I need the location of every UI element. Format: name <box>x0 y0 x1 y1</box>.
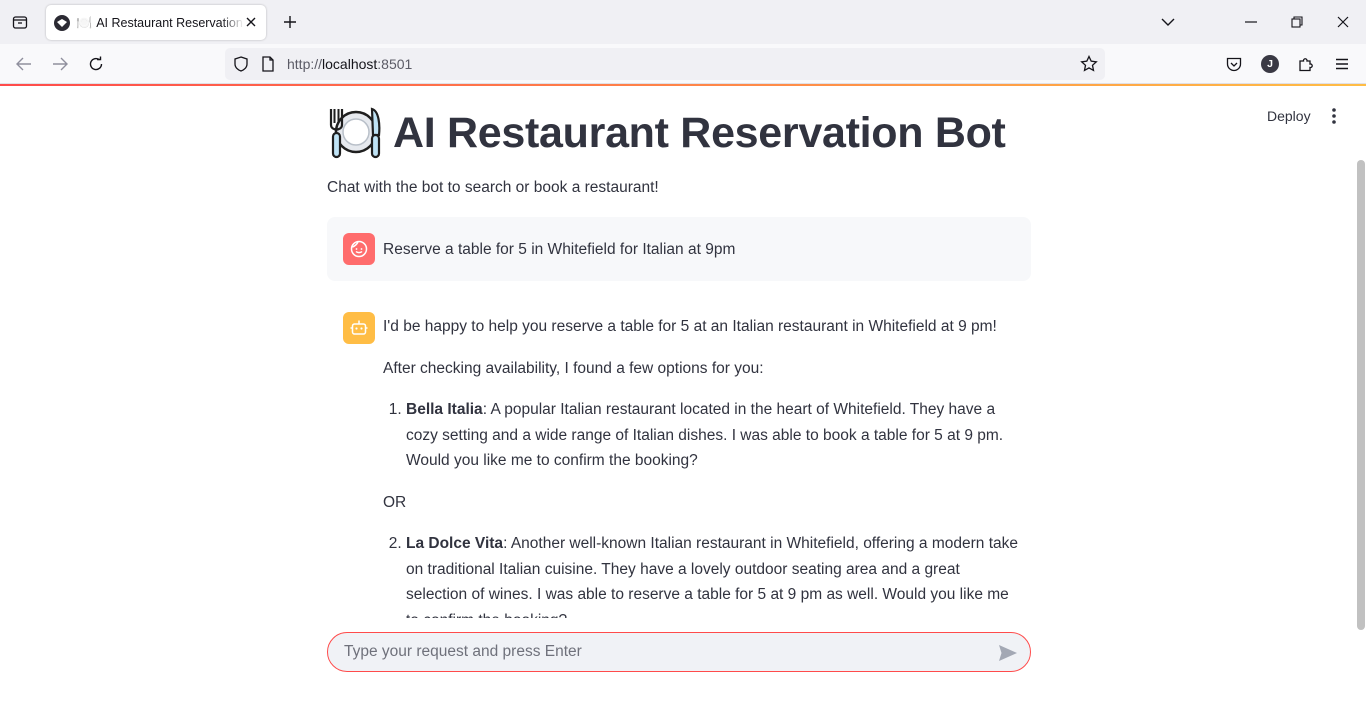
option-name: La Dolce Vita <box>406 535 504 552</box>
streamlit-favicon-icon <box>54 14 70 31</box>
option-separator: OR <box>383 493 407 511</box>
user-message: Reserve a table for 5 in Whitefield for … <box>327 217 1031 281</box>
close-window-icon[interactable] <box>1328 8 1358 36</box>
page-title: AI Restaurant Reservation Bot <box>327 102 1006 164</box>
user-avatar-icon <box>343 233 375 265</box>
list-all-tabs-icon[interactable] <box>1153 8 1183 36</box>
url-port: :8501 <box>377 56 413 72</box>
new-tab-icon[interactable] <box>278 10 302 34</box>
assistant-message: I'd be happy to help you reserve a table… <box>383 314 1023 618</box>
browser-tab[interactable]: 🍽️ AI Restaurant Reservation Bot <box>46 5 266 40</box>
tab-overview-icon[interactable] <box>6 8 34 36</box>
page-scrollbar[interactable] <box>1357 160 1365 630</box>
assistant-avatar-icon <box>343 312 375 344</box>
page-title-text: AI Restaurant Reservation Bot <box>393 108 1006 157</box>
option-name: Bella Italia <box>406 401 483 418</box>
address-bar[interactable]: http://localhost:8501 <box>225 48 1105 80</box>
assistant-intro: I'd be happy to help you reserve a table… <box>383 318 997 335</box>
browser-tab-bar: 🍽️ AI Restaurant Reservation Bot <box>0 0 1366 44</box>
restore-icon[interactable] <box>1282 8 1312 36</box>
page-info-icon[interactable] <box>261 56 275 77</box>
account-initial: J <box>1261 55 1279 73</box>
hamburger-menu-icon[interactable] <box>1328 50 1356 78</box>
page-subtitle: Chat with the bot to search or book a re… <box>327 179 659 196</box>
option-list: La Dolce Vita: Another well-known Italia… <box>383 531 1023 618</box>
app-header-decoration <box>0 84 1366 86</box>
url-scheme: http:// <box>287 56 323 72</box>
plate-emoji-icon: 🍽️ <box>76 14 93 30</box>
bookmark-star-icon[interactable] <box>1080 54 1098 78</box>
extensions-puzzle-icon[interactable] <box>1292 50 1320 78</box>
chat-input[interactable] <box>344 641 984 663</box>
user-message-text: Reserve a table for 5 in Whitefield for … <box>383 241 736 258</box>
forward-icon[interactable] <box>46 50 74 78</box>
url-host: localhost <box>322 56 378 72</box>
minimize-icon[interactable] <box>1236 8 1266 36</box>
pocket-icon[interactable] <box>1220 50 1248 78</box>
option-item: La Dolce Vita: Another well-known Italia… <box>406 531 1023 618</box>
chat-history: Reserve a table for 5 in Whitefield for … <box>327 216 1031 618</box>
browser-nav-bar: http://localhost:8501 J <box>0 44 1366 84</box>
fork-knife-plate-icon <box>327 105 383 161</box>
shield-icon[interactable] <box>233 56 249 77</box>
close-tab-icon[interactable] <box>242 13 260 31</box>
reload-icon[interactable] <box>82 50 110 78</box>
send-icon[interactable] <box>996 641 1020 665</box>
account-avatar-icon[interactable]: J <box>1256 50 1284 78</box>
chat-input-box[interactable] <box>327 632 1031 672</box>
option-item: Bella Italia: A popular Italian restaura… <box>406 397 1023 474</box>
option-list: Bella Italia: A popular Italian restaura… <box>383 397 1023 474</box>
option-description: : A popular Italian restaurant located i… <box>406 401 1004 469</box>
url-text[interactable]: http://localhost:8501 <box>287 56 412 72</box>
assistant-lead: After checking availability, I found a f… <box>383 359 764 377</box>
deploy-button[interactable]: Deploy <box>1258 104 1320 128</box>
tab-title: AI Restaurant Reservation Bot <box>96 15 244 30</box>
back-icon[interactable] <box>10 50 38 78</box>
main-menu-icon[interactable] <box>1323 104 1345 128</box>
